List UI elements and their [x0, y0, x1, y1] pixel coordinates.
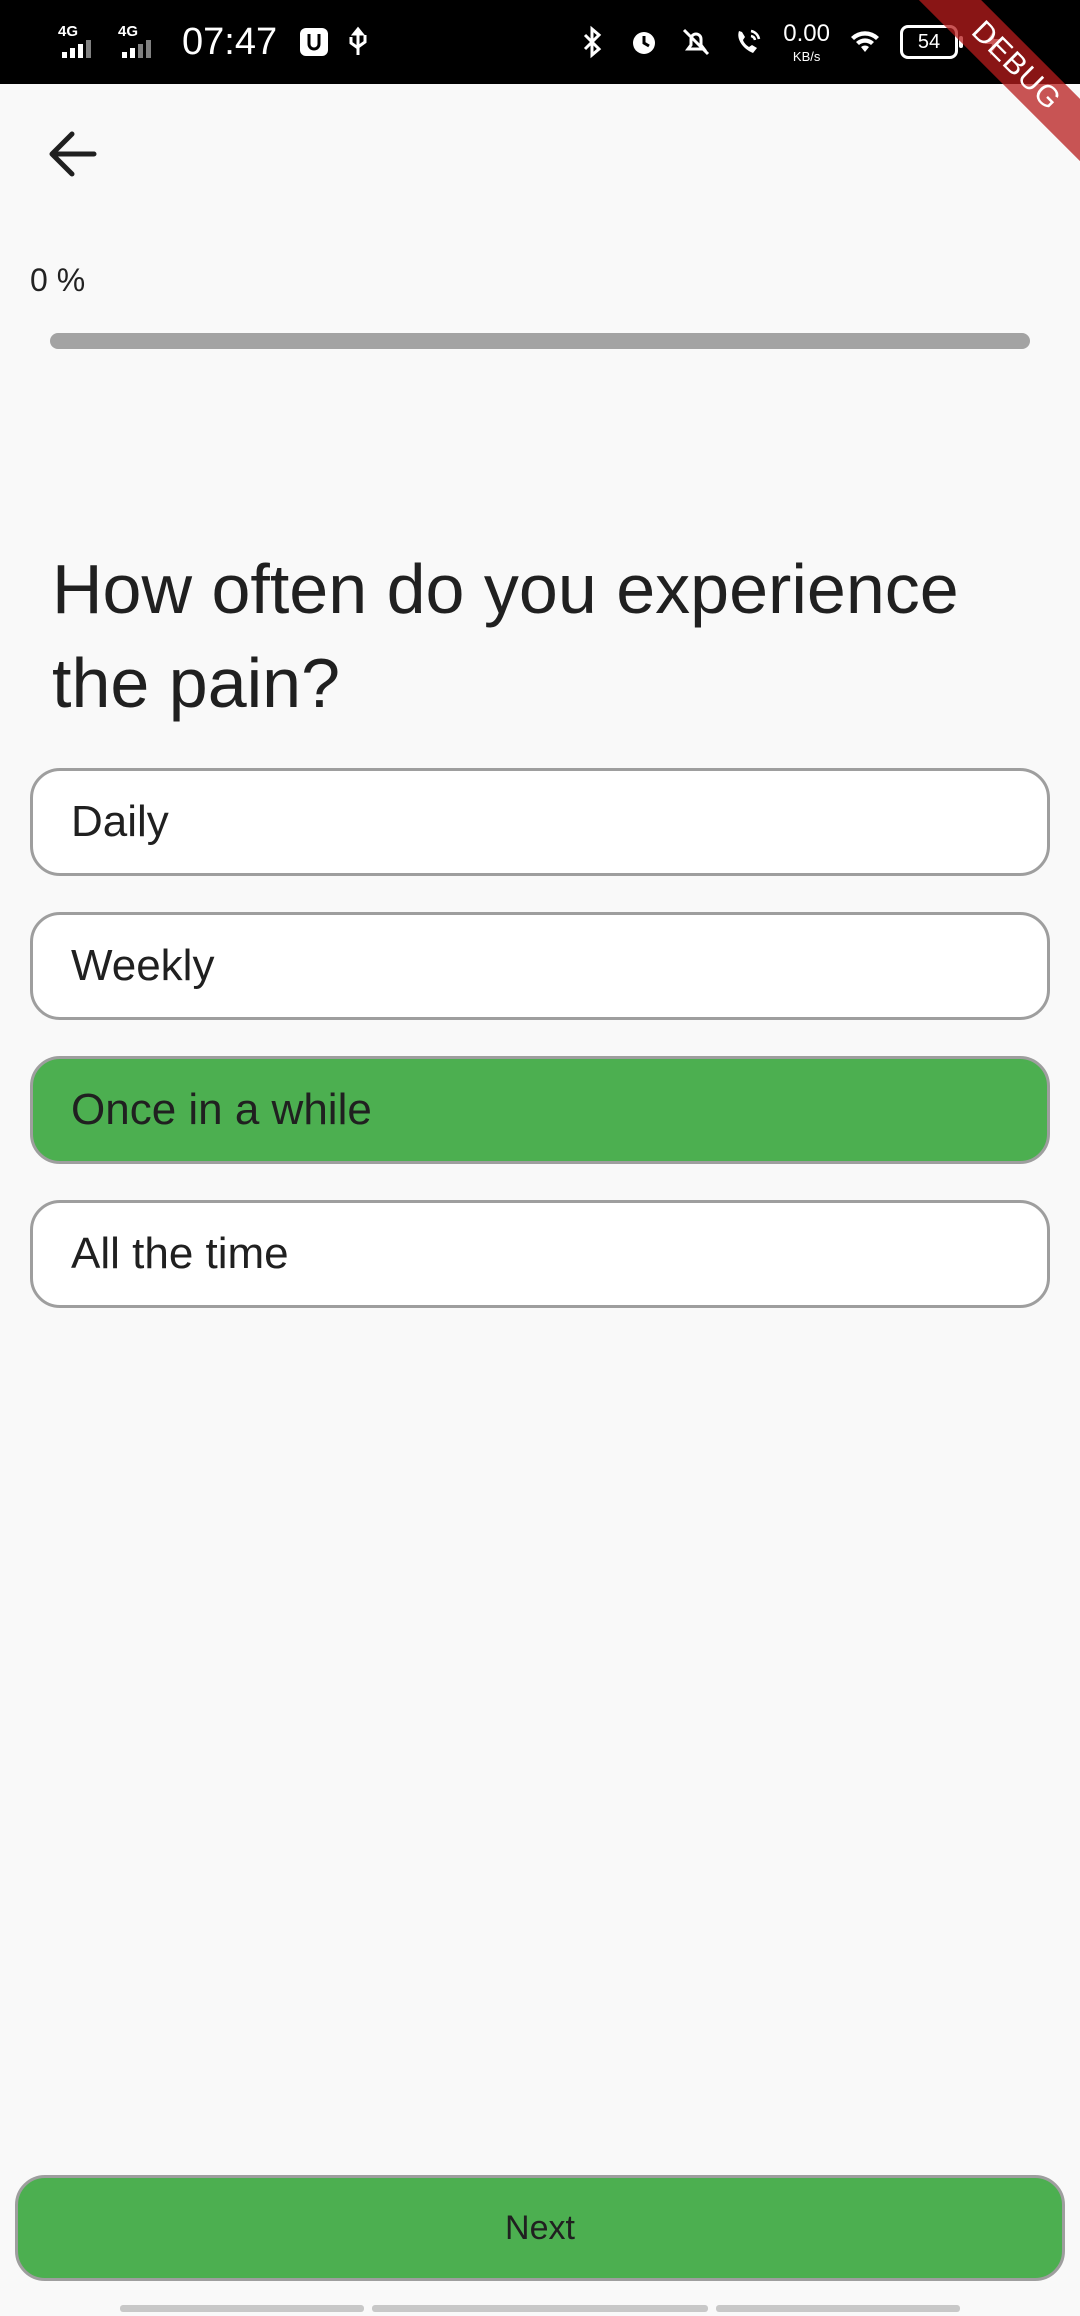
wifi-calling-icon [738, 29, 761, 53]
status-time: 07:47 [182, 20, 278, 63]
question-title: How often do you experience the pain? [52, 550, 959, 722]
back-arrow-icon [49, 131, 97, 177]
usb-settings-icon [300, 28, 329, 56]
signal-1-icon: 4G [58, 20, 108, 64]
signal-2-icon: 4G [118, 20, 168, 64]
progress-label: 0 % [30, 262, 86, 298]
status-left: 4G 4G 07:47 [58, 0, 375, 84]
wifi-icon [851, 31, 879, 52]
charging-icon [985, 28, 1001, 56]
nav-indicator-2 [372, 2305, 708, 2312]
battery-icon: 54 [900, 25, 963, 59]
option-all-the-time[interactable]: All the time [30, 1200, 1050, 1308]
usb-icon [349, 26, 367, 55]
nav-indicator-1 [120, 2305, 364, 2312]
option-daily[interactable]: Daily [30, 768, 1050, 876]
back-button[interactable] [40, 122, 104, 186]
next-button[interactable]: Next [15, 2175, 1065, 2281]
alarm-icon [633, 32, 656, 54]
status-bar: 4G 4G 07:47 0.00 KB/s 54 [0, 0, 1080, 84]
options-list: Daily Weekly Once in a while All the tim… [30, 768, 1050, 1344]
nav-indicator-3 [716, 2305, 960, 2312]
status-right: 0.00 KB/s 54 [575, 0, 1010, 84]
progress-bar [50, 333, 1030, 349]
network-speed: 0.00 KB/s [783, 19, 830, 64]
option-once-in-a-while[interactable]: Once in a while [30, 1056, 1050, 1164]
option-weekly[interactable]: Weekly [30, 912, 1050, 1020]
notifications-off-icon [683, 28, 710, 56]
bluetooth-icon [584, 25, 602, 59]
